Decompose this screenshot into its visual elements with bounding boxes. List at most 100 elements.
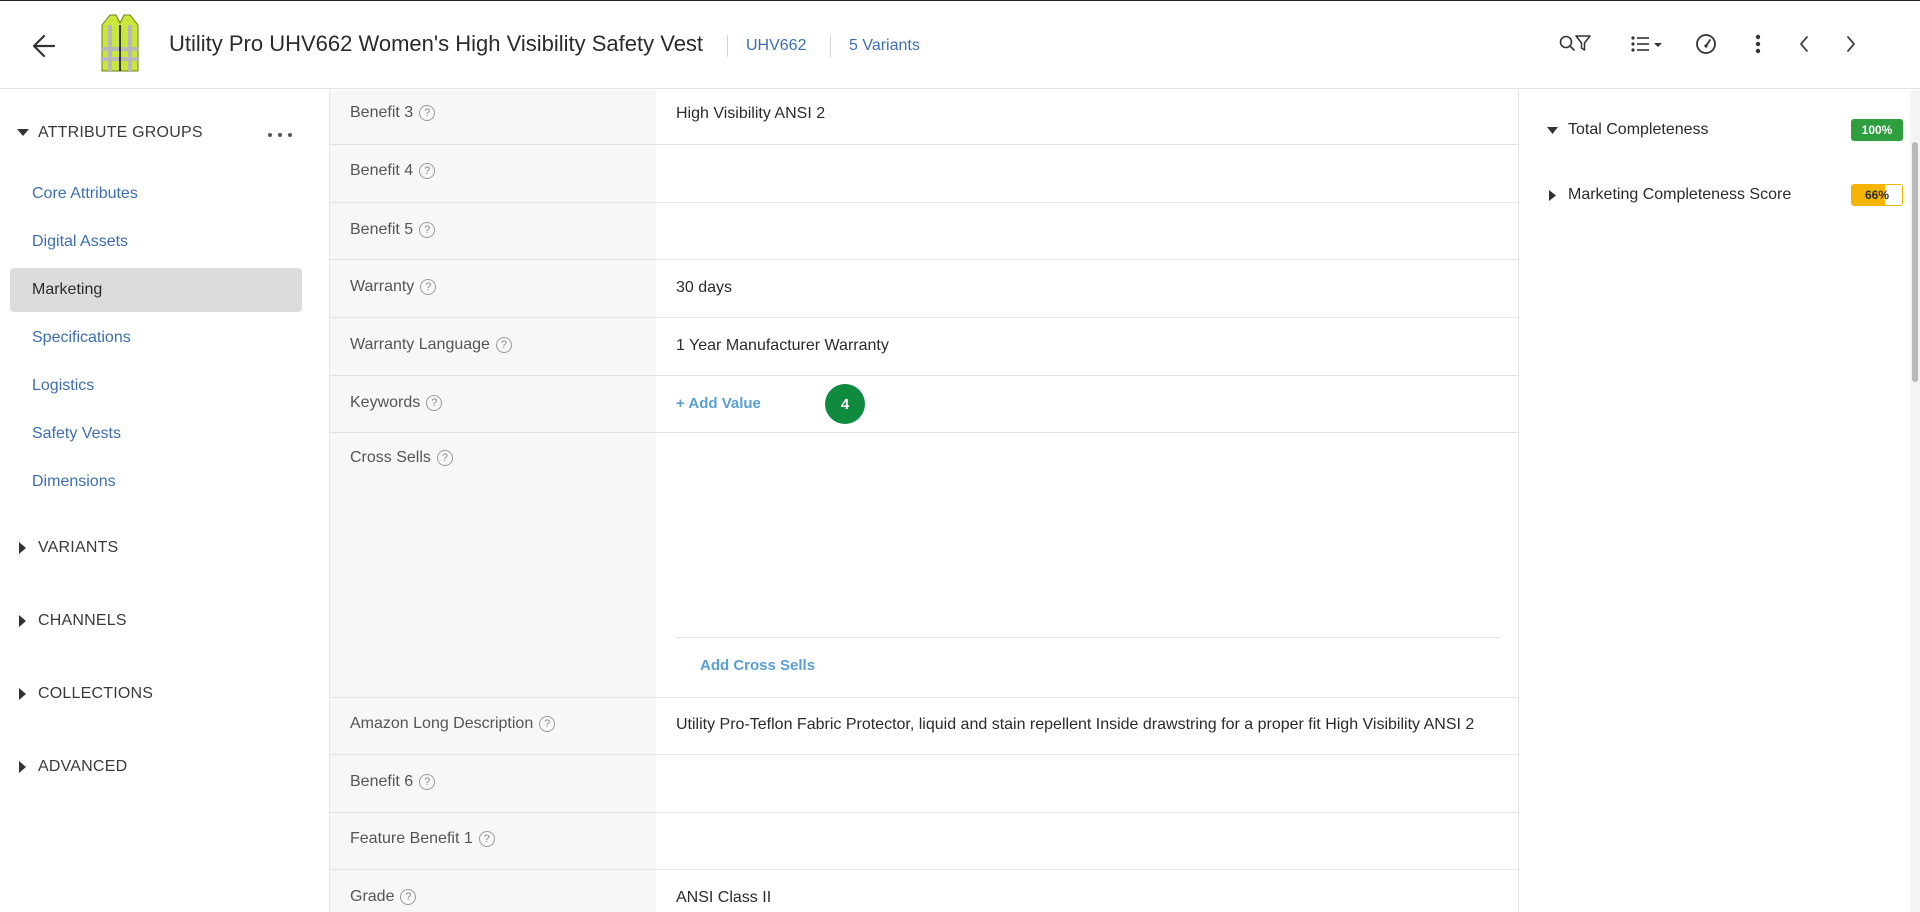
sidebar-item-logistics[interactable]: Logistics (10, 364, 302, 408)
attribute-label: Benefit 4 (350, 162, 414, 179)
add-cross-sells-link[interactable]: Add Cross Sells (700, 657, 815, 674)
caret-right-icon (1544, 189, 1560, 201)
attribute-label-cell: Grade ? (330, 870, 656, 912)
channels-section-toggle[interactable]: CHANNELS (0, 612, 127, 630)
product-thumbnail (101, 14, 139, 72)
attribute-label-cell: Feature Benefit 1 ? (330, 813, 656, 869)
list-view-icon (1631, 36, 1662, 52)
attribute-groups-more-button[interactable] (268, 128, 292, 142)
variants-section-label: VARIANTS (38, 539, 119, 556)
previous-product-button[interactable] (1794, 31, 1814, 57)
attribute-label-cell: Keywords ? (330, 376, 656, 432)
collections-section-label: COLLECTIONS (38, 685, 154, 702)
attribute-label-cell: Benefit 4 ? (330, 145, 656, 202)
help-icon[interactable]: ? (478, 831, 495, 847)
caret-right-icon (12, 615, 34, 627)
caret-down-icon (1544, 126, 1560, 134)
page-scrollbar[interactable] (1910, 90, 1920, 912)
search-filter-button[interactable] (1558, 31, 1594, 57)
attribute-row-benefit-6: Benefit 6 ? (330, 755, 1518, 813)
attribute-label: Warranty (350, 278, 415, 295)
header-separator (830, 35, 831, 57)
attribute-row-cross-sells: Cross Sells ? Add Cross Sells (330, 433, 1518, 698)
add-keyword-value-link[interactable]: + Add Value (676, 395, 761, 412)
help-icon[interactable]: ? (419, 222, 436, 238)
caret-right-icon (12, 761, 34, 773)
variants-link[interactable]: 5 Variants (849, 37, 920, 55)
more-actions-button[interactable] (1748, 31, 1768, 57)
help-icon[interactable]: ? (426, 395, 443, 411)
total-completeness-label: Total Completeness (1568, 121, 1709, 138)
attribute-row-benefit-5: Benefit 5 ? (330, 203, 1518, 260)
sidebar-item-marketing[interactable]: Marketing (10, 268, 302, 312)
help-icon[interactable]: ? (400, 889, 417, 905)
arrow-left-icon (32, 34, 56, 58)
attribute-label-cell: Cross Sells ? (330, 433, 656, 697)
keyword-count-badge[interactable]: 4 (825, 384, 865, 424)
channels-section-label: CHANNELS (38, 612, 127, 629)
marketing-completeness-toggle[interactable]: Marketing Completeness Score (1544, 182, 1894, 208)
sku-link[interactable]: UHV662 (746, 37, 806, 55)
attribute-groups-toggle[interactable]: ATTRIBUTE GROUPS (0, 124, 203, 142)
help-icon[interactable]: ? (495, 337, 512, 353)
attribute-row-grade: Grade ? ANSI Class II (330, 870, 1518, 912)
help-icon[interactable]: ? (539, 716, 556, 732)
back-button[interactable] (30, 33, 58, 59)
variants-section-toggle[interactable]: VARIANTS (0, 539, 118, 557)
attribute-label: Feature Benefit 1 (350, 830, 473, 847)
next-product-button[interactable] (1841, 31, 1861, 57)
sidebar-item-dimensions[interactable]: Dimensions (10, 460, 302, 504)
attribute-label-cell: Benefit 3 ? (330, 90, 656, 144)
attribute-table: Benefit 3 ? High Visibility ANSI 2 Benef… (329, 90, 1519, 912)
total-completeness-toggle[interactable]: Total Completeness (1544, 117, 1894, 143)
marketing-completeness-value: 66% (1864, 188, 1890, 202)
attribute-label: Benefit 6 (350, 773, 414, 790)
sidebar-item-digital-assets[interactable]: Digital Assets (10, 220, 302, 264)
sidebar-item-safety-vests[interactable]: Safety Vests (10, 412, 302, 456)
attribute-row-amazon-long-description: Amazon Long Description ? Utility Pro-Te… (330, 698, 1518, 755)
attribute-value-warranty[interactable]: 30 days (676, 279, 732, 297)
advanced-section-toggle[interactable]: ADVANCED (0, 758, 127, 776)
chevron-left-icon (1800, 36, 1808, 52)
caret-right-icon (12, 542, 34, 554)
marketing-completeness-label: Marketing Completeness Score (1568, 186, 1792, 203)
sidebar-item-core-attributes[interactable]: Core Attributes (10, 172, 302, 216)
chevron-down-icon (1654, 43, 1662, 47)
list-view-button[interactable] (1630, 31, 1666, 57)
product-header: Utility Pro UHV662 Women's High Visibili… (0, 1, 1920, 89)
sidebar-item-specifications[interactable]: Specifications (10, 316, 302, 360)
header-separator (727, 35, 728, 57)
gauge-icon (1696, 34, 1716, 54)
attribute-value-benefit-3[interactable]: High Visibility ANSI 2 (676, 105, 825, 123)
scrollbar-thumb[interactable] (1912, 142, 1918, 382)
collections-section-toggle[interactable]: COLLECTIONS (0, 685, 153, 703)
attribute-label: Warranty Language (350, 336, 490, 353)
help-icon[interactable]: ? (419, 105, 436, 121)
attribute-label: Benefit 5 (350, 221, 414, 238)
completeness-gauge-button[interactable] (1694, 31, 1718, 57)
help-icon[interactable]: ? (436, 450, 453, 466)
completeness-panel: Total Completeness Marketing Completenes… (1520, 90, 1920, 912)
search-filter-icon (1559, 35, 1591, 51)
attribute-value-warranty-language[interactable]: 1 Year Manufacturer Warranty (676, 337, 889, 355)
attribute-label: Amazon Long Description (350, 715, 534, 732)
help-icon[interactable]: ? (419, 774, 436, 790)
attribute-row-feature-benefit-1: Feature Benefit 1 ? (330, 813, 1518, 870)
attribute-label-cell: Amazon Long Description ? (330, 698, 656, 754)
attribute-value-grade[interactable]: ANSI Class II (676, 889, 771, 907)
attribute-label-cell: Warranty Language ? (330, 318, 656, 375)
attribute-label: Keywords (350, 394, 421, 411)
more-horizontal-icon (268, 133, 272, 137)
attribute-row-benefit-3: Benefit 3 ? High Visibility ANSI 2 (330, 90, 1518, 145)
caret-right-icon (12, 688, 34, 700)
attribute-row-benefit-4: Benefit 4 ? (330, 145, 1518, 203)
help-icon[interactable]: ? (419, 163, 436, 179)
advanced-section-label: ADVANCED (38, 758, 128, 775)
attribute-value-amazon-long-description[interactable]: Utility Pro-Teflon Fabric Protector, liq… (676, 716, 1474, 734)
attribute-label-cell: Benefit 5 ? (330, 203, 656, 259)
attribute-row-warranty: Warranty ? 30 days (330, 260, 1518, 318)
attribute-label: Grade (350, 888, 395, 905)
attribute-label-cell: Benefit 6 ? (330, 755, 656, 812)
attribute-label: Cross Sells (350, 449, 431, 466)
help-icon[interactable]: ? (420, 279, 437, 295)
